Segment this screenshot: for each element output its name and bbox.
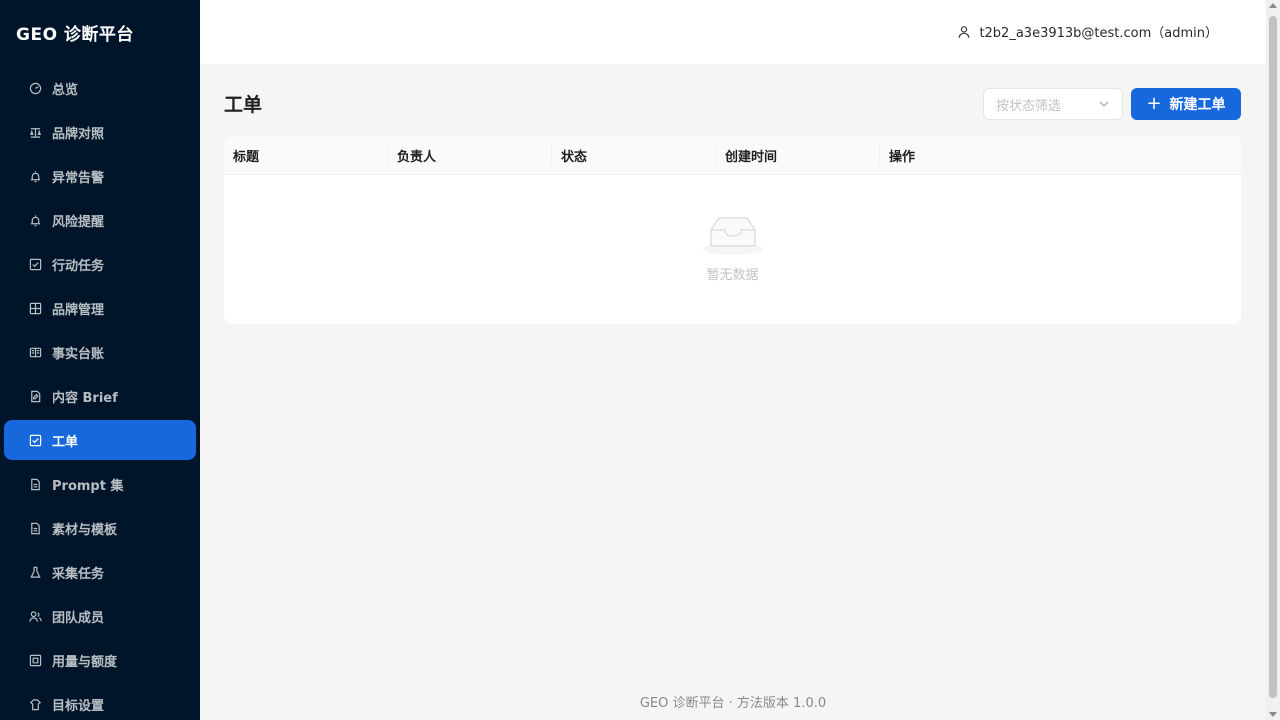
alert-icon bbox=[28, 169, 42, 183]
page-scrollbar[interactable] bbox=[1266, 0, 1280, 720]
sidebar-item-label: 工单 bbox=[52, 434, 79, 450]
sidebar-item-label: 品牌对照 bbox=[52, 126, 105, 142]
sidebar-item-label: 目标设置 bbox=[52, 698, 105, 714]
status-filter-select[interactable]: 按状态筛选 bbox=[983, 88, 1123, 120]
footer-version: GEO 诊断平台 · 方法版本 1.0.0 bbox=[639, 696, 827, 711]
sidebar-item-12[interactable]: 团队成员 bbox=[4, 596, 196, 636]
sidebar-item-9[interactable]: Prompt 集 bbox=[4, 464, 196, 504]
sidebar: GEO 诊断平台 总览品牌对照异常告警风险提醒行动任务品牌管理事实台账内容 Br… bbox=[0, 0, 200, 720]
sidebar-item-label: 事实台账 bbox=[52, 346, 105, 362]
sidebar-item-3[interactable]: 风险提醒 bbox=[4, 200, 196, 240]
file-icon bbox=[28, 521, 42, 535]
sidebar-item-label: Prompt 集 bbox=[52, 478, 124, 494]
sidebar-item-1[interactable]: 品牌对照 bbox=[4, 112, 196, 152]
sidebar-item-14[interactable]: 目标设置 bbox=[4, 684, 196, 720]
sidebar-item-label: 风险提醒 bbox=[52, 214, 105, 230]
column-header: 创建时间 bbox=[716, 136, 880, 174]
tickets-table: 标题 负责人 状态 创建时间 操作 暂无数据 bbox=[224, 136, 1241, 324]
empty-state: 暂无数据 bbox=[224, 214, 1241, 283]
sidebar-item-5[interactable]: 品牌管理 bbox=[4, 288, 196, 328]
ledger-icon bbox=[28, 345, 42, 359]
column-header: 负责人 bbox=[388, 136, 552, 174]
sidebar-item-label: 素材与模板 bbox=[52, 522, 118, 538]
sidebar-item-7[interactable]: 内容 Brief bbox=[4, 376, 196, 416]
plus-icon: + bbox=[1146, 93, 1162, 114]
column-header: 状态 bbox=[552, 136, 716, 174]
flask-icon bbox=[28, 565, 42, 579]
sidebar-item-10[interactable]: 素材与模板 bbox=[4, 508, 196, 548]
sidebar-item-2[interactable]: 异常告警 bbox=[4, 156, 196, 196]
checkbox-icon bbox=[28, 257, 42, 271]
sidebar-item-label: 用量与额度 bbox=[52, 654, 118, 670]
user-menu[interactable]: t2b2_a3e3913b@test.com（admin） bbox=[957, 22, 1218, 41]
column-header: 操作 bbox=[889, 149, 916, 165]
chevron-down-icon bbox=[1099, 101, 1109, 107]
scroll-thumb[interactable] bbox=[1269, 16, 1277, 698]
quota-icon bbox=[28, 653, 42, 667]
new-ticket-button[interactable]: + 新建工单 bbox=[1131, 88, 1241, 120]
compare-icon bbox=[28, 125, 42, 139]
sidebar-item-label: 总览 bbox=[52, 82, 79, 98]
sidebar-item-label: 行动任务 bbox=[52, 258, 105, 274]
empty-inbox-icon bbox=[702, 217, 763, 255]
document-edit-icon bbox=[28, 389, 42, 403]
column-header: 标题 bbox=[224, 136, 388, 174]
sidebar-item-6[interactable]: 事实台账 bbox=[4, 332, 196, 372]
user-email: t2b2_a3e3913b@test.com（admin） bbox=[979, 26, 1218, 41]
file-icon bbox=[28, 477, 42, 491]
user-icon bbox=[959, 25, 970, 38]
table-header: 标题 负责人 状态 创建时间 操作 bbox=[224, 136, 1241, 175]
page-title: 工单 bbox=[224, 94, 263, 116]
sidebar-item-label: 团队成员 bbox=[52, 610, 105, 626]
top-header: t2b2_a3e3913b@test.com（admin） bbox=[200, 0, 1266, 64]
sidebar-item-4[interactable]: 行动任务 bbox=[4, 244, 196, 284]
sidebar-menu: 总览品牌对照异常告警风险提醒行动任务品牌管理事实台账内容 Brief 工单 Prom… bbox=[0, 68, 200, 720]
new-ticket-label: 新建工单 bbox=[1169, 97, 1226, 113]
app-logo: GEO 诊断平台 bbox=[16, 24, 134, 45]
sidebar-item-label: 内容 Brief bbox=[52, 390, 118, 406]
scroll-up-icon[interactable] bbox=[1269, 3, 1277, 8]
sidebar-item-8[interactable]: 工单 bbox=[4, 420, 196, 460]
checkbox-icon bbox=[28, 433, 42, 447]
empty-text: 暂无数据 bbox=[706, 268, 759, 283]
sidebar-item-0[interactable]: 总览 bbox=[4, 68, 196, 108]
status-filter-placeholder: 按状态筛选 bbox=[996, 98, 1062, 114]
sidebar-item-label: 采集任务 bbox=[52, 566, 105, 582]
sidebar-item-13[interactable]: 用量与额度 bbox=[4, 640, 196, 680]
sidebar-item-label: 品牌管理 bbox=[52, 302, 105, 318]
target-icon bbox=[28, 697, 42, 711]
alert-icon bbox=[28, 213, 42, 227]
team-icon bbox=[28, 609, 42, 623]
dashboard-icon bbox=[28, 81, 42, 95]
sidebar-item-label: 异常告警 bbox=[52, 170, 105, 186]
grid-icon bbox=[28, 301, 42, 315]
sidebar-item-11[interactable]: 采集任务 bbox=[4, 552, 196, 592]
scroll-down-icon[interactable] bbox=[1269, 712, 1277, 717]
